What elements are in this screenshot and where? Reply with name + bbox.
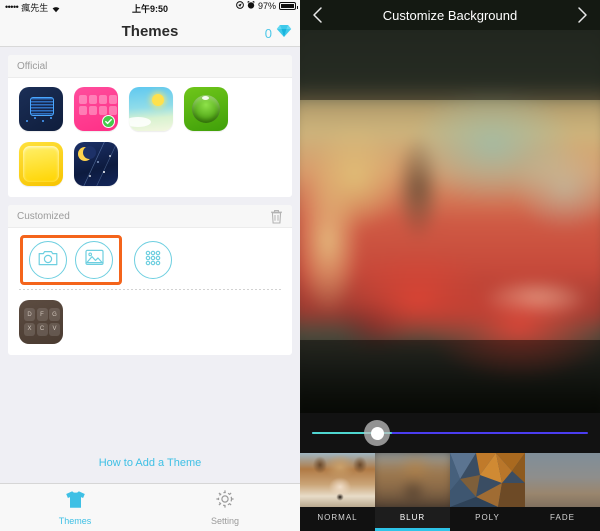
slider-track — [312, 432, 588, 434]
customized-card-header: Customized — [8, 205, 292, 228]
selected-check-icon — [102, 115, 115, 128]
official-section-label: Official — [17, 61, 48, 72]
filter-normal[interactable]: NORMAL — [300, 453, 375, 531]
filter-strip: NORMAL BLUR POLY FADE — [300, 453, 600, 531]
official-card-header: Official — [8, 55, 292, 78]
theme-green-orb[interactable] — [184, 87, 228, 131]
key-label: D — [24, 308, 35, 321]
how-to-add-theme-row: How to Add a Theme — [0, 453, 300, 471]
sidebar-item-label: Themes — [58, 515, 92, 526]
background-preview[interactable] — [300, 30, 600, 413]
trash-icon[interactable] — [270, 209, 283, 224]
customized-actions-row — [18, 235, 282, 285]
filter-label: POLY — [475, 513, 500, 522]
filter-thumbnail — [525, 453, 600, 507]
crop-mask-top — [300, 30, 600, 100]
crop-mask-bottom — [300, 340, 600, 413]
customize-nav-bar: Customize Background — [300, 0, 600, 30]
key-label: V — [49, 322, 60, 336]
sidebar-item-label: Setting — [210, 516, 240, 526]
customized-body: D F G X C V — [8, 228, 292, 344]
camera-button[interactable] — [29, 241, 67, 279]
location-arrow-icon — [236, 1, 244, 11]
official-theme-grid — [8, 78, 292, 197]
filter-thumbnail — [450, 453, 525, 507]
customized-section-label: Customized — [17, 211, 70, 222]
right-phone-screen: Customize Background NORMAL BLUR POLY FA… — [300, 0, 600, 531]
blur-intensity-slider[interactable] — [300, 413, 600, 453]
tab-bar: Themes Setting — [0, 483, 300, 531]
gem-count: 0 — [264, 26, 272, 41]
nav-bar: Themes 0 — [0, 17, 300, 47]
key-label: G — [49, 308, 60, 321]
filter-poly[interactable]: POLY — [450, 453, 525, 531]
key-label: F — [36, 308, 48, 321]
sidebar-item-setting[interactable]: Setting — [150, 484, 300, 531]
status-bar: ••••• 瘋先生 上午9:50 97% — [0, 0, 300, 17]
slider-thumb[interactable] — [364, 420, 390, 446]
tshirt-icon — [65, 490, 86, 514]
theme-sky-sunrise[interactable] — [129, 87, 173, 131]
filter-thumbnail — [375, 453, 450, 507]
battery-percent: 97% — [257, 1, 276, 11]
filter-label: BLUR — [399, 513, 426, 522]
filter-thumbnail — [300, 453, 375, 507]
page-title: Themes — [121, 23, 179, 40]
photo-library-button[interactable] — [75, 241, 113, 279]
theme-night-moon[interactable] — [74, 142, 118, 186]
image-icon — [84, 249, 104, 271]
gem-balance[interactable]: 0 — [265, 24, 292, 43]
dot-grid-icon — [143, 248, 163, 273]
status-bar-right: 97% — [236, 0, 298, 11]
battery-icon — [279, 2, 298, 10]
theme-circuit-chip[interactable] — [19, 87, 63, 131]
key-label: X — [24, 322, 35, 336]
filter-label: FADE — [550, 513, 575, 522]
pattern-button[interactable] — [134, 241, 172, 279]
gear-icon — [215, 489, 235, 514]
diamond-icon — [276, 24, 292, 43]
key-label: C — [36, 322, 48, 336]
filter-label: NORMAL — [317, 513, 358, 522]
section-divider — [19, 289, 281, 290]
camera-icon — [38, 249, 58, 272]
alarm-clock-icon — [247, 0, 255, 11]
selection-highlight-box — [20, 235, 122, 285]
sidebar-item-themes[interactable]: Themes — [0, 484, 150, 531]
theme-yellow-glossy[interactable] — [19, 142, 63, 186]
how-to-add-theme-link[interactable]: How to Add a Theme — [99, 457, 202, 469]
chevron-right-icon[interactable] — [572, 5, 592, 25]
filter-blur[interactable]: BLUR — [375, 453, 450, 531]
filter-fade[interactable]: FADE — [525, 453, 600, 531]
theme-brown-keyboard[interactable]: D F G X C V — [19, 300, 63, 344]
screenshot-root: ••••• 瘋先生 上午9:50 97% Themes 0 Official C… — [0, 0, 600, 531]
left-phone-screen: ••••• 瘋先生 上午9:50 97% Themes 0 Official C… — [0, 0, 300, 531]
official-card: Official — [8, 55, 292, 197]
customized-card: Customized D F G X C V — [8, 205, 292, 355]
theme-pink-keyboard[interactable] — [74, 87, 118, 131]
customize-title: Customize Background — [382, 7, 518, 23]
